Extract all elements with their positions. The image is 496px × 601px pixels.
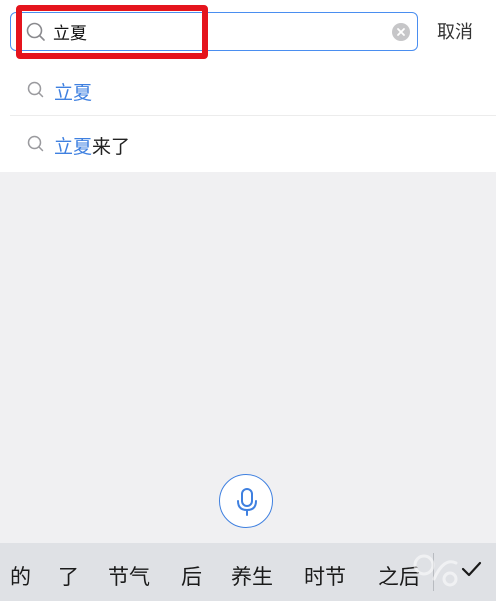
suggestion-match: 立夏 bbox=[54, 82, 93, 104]
suggestion-rest: 来了 bbox=[92, 136, 131, 158]
candidate-word[interactable]: 节气 bbox=[108, 561, 150, 591]
search-icon bbox=[27, 135, 44, 152]
candidate-word[interactable]: 时节 bbox=[304, 561, 346, 591]
suggestion-text: 立夏 bbox=[54, 78, 92, 105]
search-icon bbox=[26, 22, 45, 41]
candidate-word[interactable]: 养生 bbox=[231, 561, 273, 591]
suggestion-item[interactable]: 立夏 bbox=[0, 64, 496, 118]
search-input[interactable] bbox=[53, 18, 383, 45]
candidate-word[interactable]: 了 bbox=[58, 561, 79, 591]
search-box[interactable] bbox=[10, 12, 418, 51]
divider bbox=[10, 115, 496, 116]
voice-input-button[interactable] bbox=[219, 474, 273, 528]
suggestion-text: 立夏来了 bbox=[54, 132, 130, 159]
suggestion-match: 立夏 bbox=[54, 136, 93, 158]
search-icon bbox=[27, 81, 44, 98]
candidate-word[interactable]: 后 bbox=[181, 561, 202, 591]
clear-icon[interactable] bbox=[392, 23, 410, 41]
watermark-icon bbox=[413, 554, 458, 587]
suggestion-item[interactable]: 立夏来了 bbox=[0, 118, 496, 172]
suggestion-list: 立夏 立夏来了 bbox=[0, 64, 496, 172]
cancel-button[interactable]: 取消 bbox=[437, 18, 473, 44]
microphone-icon bbox=[237, 488, 257, 516]
search-header: 取消 bbox=[0, 0, 496, 64]
candidate-word[interactable]: 的 bbox=[10, 561, 31, 591]
